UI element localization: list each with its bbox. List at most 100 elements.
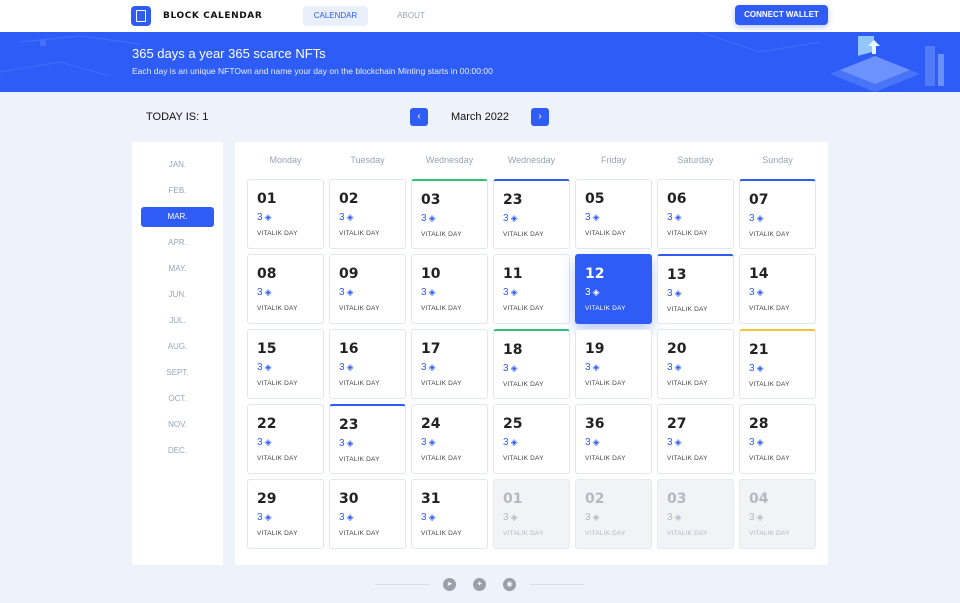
day-cell[interactable]: 07 3 ◈ VITALIK DAY: [739, 179, 816, 249]
day-label: VITALIK DAY: [339, 530, 380, 537]
month-item[interactable]: APR.: [141, 233, 214, 253]
day-number: 18: [503, 342, 523, 358]
eth-icon: ◈: [264, 287, 272, 297]
day-cell[interactable]: 09 3 ◈ VITALIK DAY: [329, 254, 406, 324]
footer-divider-left: [375, 584, 429, 585]
eth-icon: ◈: [674, 512, 682, 522]
month-item[interactable]: JUN.: [141, 285, 214, 305]
day-cell[interactable]: 23 3 ◈ VITALIK DAY: [329, 404, 406, 474]
next-month-button[interactable]: ›: [531, 108, 549, 126]
eth-icon: ◈: [346, 287, 354, 297]
month-item[interactable]: AUG.: [141, 337, 214, 357]
day-cell[interactable]: 20 3 ◈ VITALIK DAY: [657, 329, 734, 399]
day-cell[interactable]: 03 3 ◈ VITALIK DAY: [411, 179, 488, 249]
month-item[interactable]: JAN.: [141, 155, 214, 175]
day-number: 36: [585, 416, 605, 432]
day-number: 21: [749, 342, 769, 358]
weekday-header: Tuesday: [350, 155, 385, 165]
day-cell[interactable]: 12 3 ◈ VITALIK DAY: [575, 254, 652, 324]
price-value: 3: [749, 213, 755, 224]
day-label: VITALIK DAY: [257, 305, 298, 312]
day-cell[interactable]: 13 3 ◈ VITALIK DAY: [657, 254, 734, 324]
eth-icon: ◈: [592, 437, 600, 447]
day-cell[interactable]: 27 3 ◈ VITALIK DAY: [657, 404, 734, 474]
day-price: 3 ◈: [339, 512, 353, 523]
day-label: VITALIK DAY: [421, 305, 462, 312]
day-number: 06: [667, 191, 687, 207]
month-item[interactable]: NOV.: [141, 415, 214, 435]
day-cell[interactable]: 18 3 ◈ VITALIK DAY: [493, 329, 570, 399]
day-cell[interactable]: 30 3 ◈ VITALIK DAY: [329, 479, 406, 549]
day-cell[interactable]: 19 3 ◈ VITALIK DAY: [575, 329, 652, 399]
eth-icon: ◈: [510, 512, 518, 522]
day-label: VITALIK DAY: [257, 455, 298, 462]
day-number: 14: [749, 266, 769, 282]
month-item[interactable]: MAR.: [141, 207, 214, 227]
day-cell[interactable]: 01 3 ◈ VITALIK DAY: [247, 179, 324, 249]
day-price: 3 ◈: [421, 437, 435, 448]
day-cell[interactable]: 25 3 ◈ VITALIK DAY: [493, 404, 570, 474]
month-item[interactable]: SEPT.: [141, 363, 214, 383]
day-cell[interactable]: 14 3 ◈ VITALIK DAY: [739, 254, 816, 324]
eth-icon: ◈: [346, 212, 354, 222]
day-label: VITALIK DAY: [585, 530, 626, 537]
price-value: 3: [257, 287, 263, 298]
telegram-icon[interactable]: ➤: [443, 578, 456, 591]
month-item[interactable]: MAY.: [141, 259, 214, 279]
eth-icon: ◈: [510, 213, 518, 223]
price-value: 3: [503, 437, 509, 448]
price-value: 3: [585, 437, 591, 448]
day-number: 13: [667, 267, 687, 283]
day-cell[interactable]: 06 3 ◈ VITALIK DAY: [657, 179, 734, 249]
day-cell[interactable]: 29 3 ◈ VITALIK DAY: [247, 479, 324, 549]
tab-about[interactable]: ABOUT: [391, 6, 431, 26]
day-cell[interactable]: 21 3 ◈ VITALIK DAY: [739, 329, 816, 399]
day-cell[interactable]: 24 3 ◈ VITALIK DAY: [411, 404, 488, 474]
eth-icon: ◈: [674, 437, 682, 447]
day-cell[interactable]: 11 3 ◈ VITALIK DAY: [493, 254, 570, 324]
day-price: 3 ◈: [503, 512, 517, 523]
month-item[interactable]: FEB.: [141, 181, 214, 201]
eth-icon: ◈: [510, 437, 518, 447]
day-price: 3 ◈: [585, 362, 599, 373]
calendar-logo-icon[interactable]: [131, 6, 151, 26]
day-cell[interactable]: 10 3 ◈ VITALIK DAY: [411, 254, 488, 324]
month-item[interactable]: JUL.: [141, 311, 214, 331]
prev-month-button[interactable]: ‹: [410, 108, 428, 126]
banner-title: 365 days a year 365 scarce NFTs: [132, 46, 326, 61]
discord-icon[interactable]: ◉: [503, 578, 516, 591]
day-cell[interactable]: 22 3 ◈ VITALIK DAY: [247, 404, 324, 474]
day-label: VITALIK DAY: [503, 381, 544, 388]
brand-name[interactable]: BLOCK CALENDAR: [163, 11, 262, 21]
day-cell[interactable]: 23 3 ◈ VITALIK DAY: [493, 179, 570, 249]
price-value: 3: [339, 362, 345, 373]
day-price: 3 ◈: [257, 512, 271, 523]
day-cell[interactable]: 02 3 ◈ VITALIK DAY: [329, 179, 406, 249]
eth-icon: ◈: [674, 288, 682, 298]
day-number: 15: [257, 341, 277, 357]
day-cell[interactable]: 16 3 ◈ VITALIK DAY: [329, 329, 406, 399]
eth-icon: ◈: [510, 287, 518, 297]
day-number: 07: [749, 192, 769, 208]
month-item[interactable]: OCT.: [141, 389, 214, 409]
month-item[interactable]: DEC.: [141, 441, 214, 461]
day-cell[interactable]: 05 3 ◈ VITALIK DAY: [575, 179, 652, 249]
day-cell[interactable]: 17 3 ◈ VITALIK DAY: [411, 329, 488, 399]
tab-calendar[interactable]: CALENDAR: [303, 6, 368, 26]
price-value: 3: [667, 362, 673, 373]
day-cell[interactable]: 31 3 ◈ VITALIK DAY: [411, 479, 488, 549]
price-value: 3: [503, 512, 509, 523]
day-price: 3 ◈: [585, 512, 599, 523]
connect-wallet-button[interactable]: CONNECT WALLET: [735, 5, 828, 25]
day-price: 3 ◈: [257, 362, 271, 373]
day-label: VITALIK DAY: [667, 455, 708, 462]
twitter-icon[interactable]: ✦: [473, 578, 486, 591]
day-label: VITALIK DAY: [585, 455, 626, 462]
day-cell[interactable]: 08 3 ◈ VITALIK DAY: [247, 254, 324, 324]
day-price: 3 ◈: [749, 363, 763, 374]
day-price: 3 ◈: [257, 287, 271, 298]
hero-banner: 365 days a year 365 scarce NFTs Each day…: [0, 32, 960, 92]
day-cell[interactable]: 36 3 ◈ VITALIK DAY: [575, 404, 652, 474]
day-cell[interactable]: 15 3 ◈ VITALIK DAY: [247, 329, 324, 399]
day-cell[interactable]: 28 3 ◈ VITALIK DAY: [739, 404, 816, 474]
